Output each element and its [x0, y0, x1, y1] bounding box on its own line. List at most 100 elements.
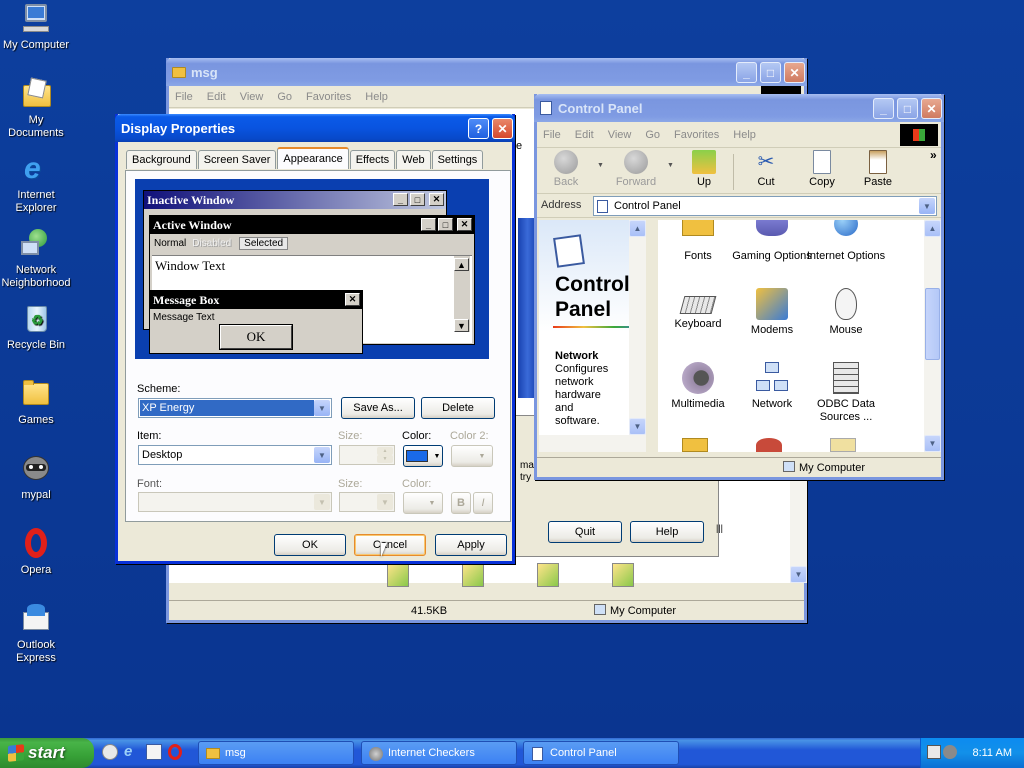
up-button[interactable]: Up — [679, 150, 729, 188]
display-properties-dialog[interactable]: Display Properties ? ✕ Background Screen… — [115, 114, 515, 564]
menu-favorites[interactable]: Favorites — [306, 91, 351, 103]
control-panel-window[interactable]: Control Panel _ □ ✕ File Edit View Go Fa… — [534, 94, 944, 480]
color-picker-button[interactable]: ▼ — [403, 445, 443, 467]
toolbar-more-button[interactable]: » — [930, 148, 937, 162]
clock[interactable]: 8:11 AM — [972, 747, 1012, 759]
font-size-select[interactable]: ▼ — [339, 492, 395, 512]
cp-item-multimedia[interactable]: Multimedia — [658, 362, 738, 411]
item-select[interactable]: Desktop ▼ — [138, 445, 332, 465]
desktop-icon-my-documents[interactable]: My Documents — [0, 77, 72, 140]
cp-item-odbc-data-sources[interactable]: ODBC Data Sources ... — [806, 362, 886, 424]
forward-dropdown-icon[interactable]: ▼ — [667, 162, 674, 169]
minimize-button[interactable]: _ — [873, 98, 894, 119]
scroll-thumb[interactable] — [925, 288, 940, 360]
back-dropdown-icon[interactable]: ▼ — [597, 162, 604, 169]
desktop-icon-games[interactable]: Games — [0, 377, 72, 427]
start-button[interactable]: start — [0, 738, 94, 768]
menu-view[interactable]: View — [240, 91, 264, 103]
desktop-icon-mypal[interactable]: mypal — [0, 452, 72, 502]
cp-item-internet-options[interactable]: Internet Options — [806, 220, 886, 263]
chevron-up-icon[interactable]: ▲ — [377, 447, 393, 455]
cp-item-mouse[interactable]: Mouse — [806, 288, 886, 337]
chevron-down-icon[interactable]: ▼ — [314, 494, 330, 510]
tray-icon[interactable] — [943, 745, 957, 759]
menu-edit[interactable]: Edit — [207, 91, 226, 103]
chevron-down-icon[interactable]: ▼ — [377, 494, 393, 510]
size-stepper[interactable]: ▲ ▼ — [339, 445, 395, 465]
control-panel-title-bar[interactable]: Control Panel _ □ ✕ — [534, 94, 944, 122]
tab-effects[interactable]: Effects — [349, 150, 396, 169]
scheme-select[interactable]: XP Energy ▼ — [138, 398, 332, 418]
scroll-down-icon[interactable]: ▼ — [924, 435, 941, 452]
scroll-up-icon[interactable]: ▲ — [924, 220, 941, 237]
close-button[interactable]: ✕ — [784, 62, 805, 83]
delete-button[interactable]: Delete — [421, 397, 495, 419]
scroll-down-icon[interactable]: ▼ — [629, 418, 646, 435]
ok-button[interactable]: OK — [274, 534, 346, 556]
display-properties-title-bar[interactable]: Display Properties ? ✕ — [115, 114, 515, 142]
tab-screen-saver[interactable]: Screen Saver — [197, 150, 277, 169]
menu-go[interactable]: Go — [645, 129, 660, 141]
menu-go[interactable]: Go — [277, 91, 292, 103]
desktop-icon-outlook-express[interactable]: Outlook Express — [0, 602, 72, 665]
apply-button[interactable]: Apply — [435, 534, 507, 556]
font-color-picker-button[interactable]: ▼ — [403, 492, 443, 514]
close-button[interactable]: ✕ — [492, 118, 513, 139]
chevron-down-icon[interactable]: ▼ — [377, 455, 393, 463]
cp-item-gaming-options[interactable]: Gaming Options — [732, 220, 812, 263]
desktop-icon-internet-explorer[interactable]: e Internet Explorer — [0, 152, 72, 215]
edit-icon[interactable] — [102, 744, 118, 760]
tab-appearance[interactable]: Appearance — [277, 147, 349, 169]
file-icon[interactable] — [537, 563, 559, 587]
chevron-down-icon[interactable]: ▼ — [314, 447, 330, 463]
menu-help[interactable]: Help — [365, 91, 388, 103]
font-select[interactable]: ▼ — [138, 492, 332, 512]
pane-splitter[interactable] — [646, 220, 658, 452]
cp-item-modems[interactable]: Modems — [732, 288, 812, 337]
copy-button[interactable]: Copy — [797, 150, 847, 188]
menu-view[interactable]: View — [608, 129, 632, 141]
task-control-panel[interactable]: Control Panel — [523, 741, 679, 765]
file-icon[interactable] — [387, 563, 409, 587]
maximize-button[interactable]: □ — [897, 98, 918, 119]
task-internet-checkers[interactable]: Internet Checkers — [361, 741, 517, 765]
menu-file[interactable]: File — [543, 129, 561, 141]
file-icon[interactable] — [612, 563, 634, 587]
menu-help[interactable]: Help — [733, 129, 756, 141]
task-msg[interactable]: msg — [198, 741, 354, 765]
tab-background[interactable]: Background — [126, 150, 197, 169]
outlook-small-icon[interactable] — [146, 744, 162, 760]
color-2-picker-button[interactable]: ▼ — [451, 445, 493, 467]
side-pane-scrollbar[interactable]: ▲ ▼ — [629, 220, 646, 435]
scroll-up-icon[interactable]: ▲ — [629, 220, 646, 237]
chevron-down-icon[interactable]: ▼ — [314, 400, 330, 416]
desktop-icon-my-computer[interactable]: My Computer — [0, 2, 72, 52]
cp-item-network[interactable]: Network — [732, 362, 812, 411]
help-button[interactable]: Help — [630, 521, 704, 543]
forward-button[interactable]: Forward — [611, 150, 661, 188]
menu-file[interactable]: File — [175, 91, 193, 103]
bold-button[interactable]: B — [451, 492, 471, 514]
desktop-icon-opera[interactable]: Opera — [0, 527, 72, 577]
file-icon[interactable] — [462, 563, 484, 587]
cp-item-keyboard[interactable]: Keyboard — [658, 288, 738, 331]
desktop-icon-network-neighborhood[interactable]: Network Neighborhood — [0, 227, 72, 290]
maximize-button[interactable]: □ — [760, 62, 781, 83]
paste-button[interactable]: Paste — [853, 150, 903, 188]
italic-button[interactable]: I — [473, 492, 493, 514]
menu-edit[interactable]: Edit — [575, 129, 594, 141]
desktop-icon-recycle-bin[interactable]: ♻ Recycle Bin — [0, 302, 72, 352]
cut-button[interactable]: ✂ Cut — [741, 150, 791, 188]
opera-small-icon[interactable] — [168, 744, 182, 760]
quit-button[interactable]: Quit — [548, 521, 622, 543]
internet-explorer-small-icon[interactable]: e — [124, 744, 140, 760]
help-icon[interactable]: ? — [468, 118, 489, 139]
tab-web[interactable]: Web — [396, 150, 431, 169]
close-button[interactable]: ✕ — [921, 98, 942, 119]
scroll-down-icon[interactable]: ▼ — [790, 566, 807, 583]
items-scrollbar[interactable]: ▲ ▼ — [924, 220, 941, 452]
side-pane-hscroll[interactable] — [539, 435, 646, 452]
menu-favorites[interactable]: Favorites — [674, 129, 719, 141]
msg-title-bar[interactable]: msg _ □ ✕ — [166, 58, 807, 86]
tray-icon[interactable] — [927, 745, 941, 759]
